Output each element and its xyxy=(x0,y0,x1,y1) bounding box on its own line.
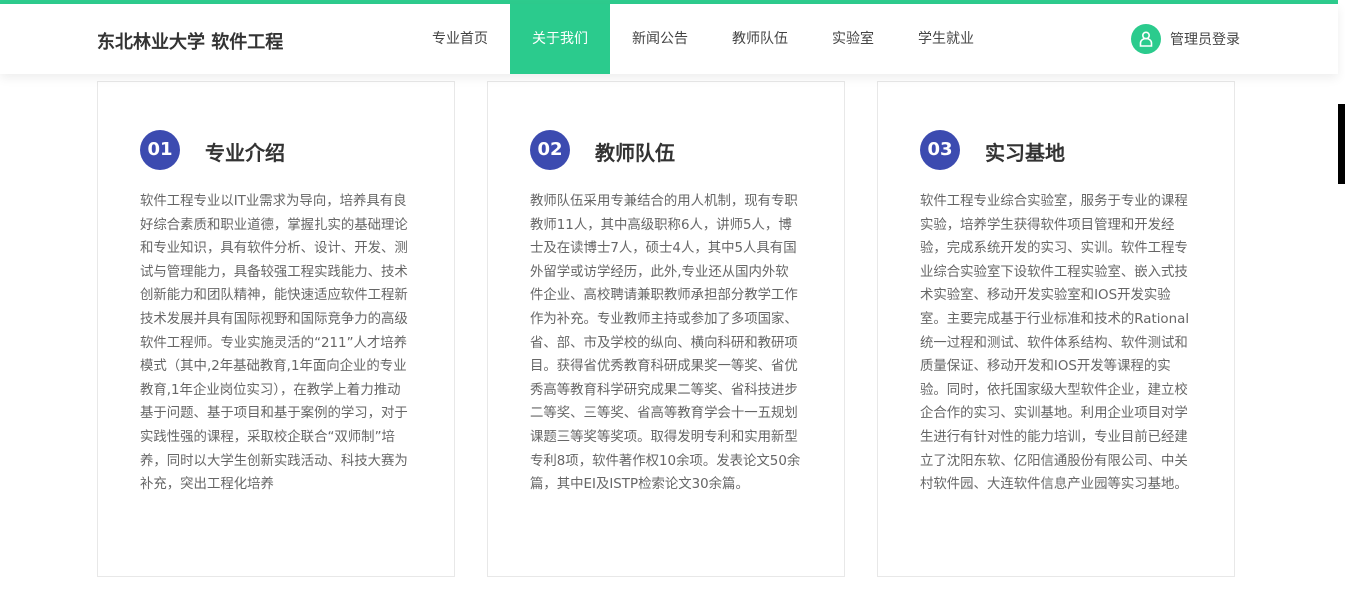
admin-login-label: 管理员登录 xyxy=(1170,32,1240,48)
nav-teachers[interactable]: 教师队伍 xyxy=(710,4,810,74)
site-logo[interactable]: 东北林业大学 软件工程 xyxy=(97,28,283,54)
card-major-intro: 01 专业介绍 软件工程专业以IT业需求为导向，培养具有良好综合素质和职业道德，… xyxy=(97,81,455,577)
scrollbar[interactable] xyxy=(1338,104,1345,184)
card-teachers: 02 教师队伍 教师队伍采用专兼结合的用人机制，现有专职教师11人，其中高级职称… xyxy=(487,81,845,577)
admin-login-button[interactable]: 管理员登录 xyxy=(1131,24,1240,54)
card-body: 教师队伍采用专兼结合的用人机制，现有专职教师11人，其中高级职称6人，讲师5人，… xyxy=(530,194,801,493)
card-title: 专业介绍 xyxy=(205,141,285,165)
card-title: 实习基地 xyxy=(985,141,1065,165)
card-title: 教师队伍 xyxy=(595,141,675,165)
card-number: 01 xyxy=(140,130,180,170)
nav-employment[interactable]: 学生就业 xyxy=(896,4,996,74)
card-body: 软件工程专业综合实验室，服务于专业的课程实验，培养学生获得软件项目管理和开发经验… xyxy=(920,194,1190,493)
card-body: 软件工程专业以IT业需求为导向，培养具有良好综合素质和职业道德，掌握扎实的基础理… xyxy=(140,194,408,493)
user-icon xyxy=(1131,24,1161,54)
nav-about[interactable]: 关于我们 xyxy=(510,4,610,74)
main-nav: 专业首页 关于我们 新闻公告 教师队伍 实验室 学生就业 xyxy=(410,4,996,74)
nav-home[interactable]: 专业首页 xyxy=(410,4,510,74)
header: 东北林业大学 软件工程 专业首页 关于我们 新闻公告 教师队伍 实验室 学生就业… xyxy=(0,4,1338,74)
nav-news[interactable]: 新闻公告 xyxy=(610,4,710,74)
card-internship: 03 实习基地 软件工程专业综合实验室，服务于专业的课程实验，培养学生获得软件项… xyxy=(877,81,1235,577)
nav-lab[interactable]: 实验室 xyxy=(810,4,896,74)
card-number: 03 xyxy=(920,130,960,170)
card-number: 02 xyxy=(530,130,570,170)
